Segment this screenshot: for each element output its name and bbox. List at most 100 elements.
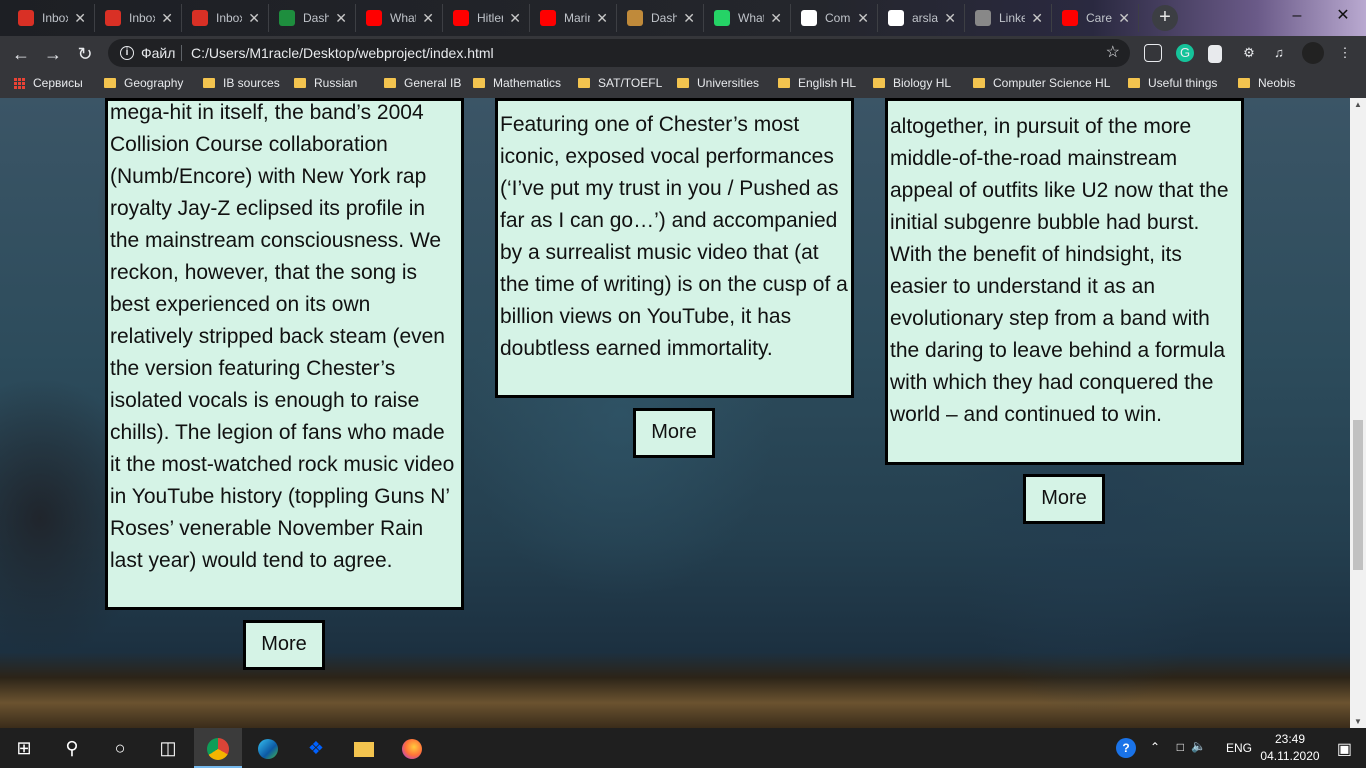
menu-kebab-icon[interactable]: ⋮: [1336, 44, 1354, 62]
media-control-icon[interactable]: ♫: [1270, 44, 1288, 62]
profile-avatar[interactable]: [1302, 42, 1324, 64]
bookmark-label: General IB: [404, 76, 462, 90]
chevron-up-icon[interactable]: ⌃: [1150, 740, 1160, 754]
tab-4[interactable]: Dashboard ✕: [269, 4, 356, 32]
help-icon[interactable]: ?: [1116, 738, 1136, 758]
folder-icon: [873, 78, 885, 88]
minimize-button[interactable]: –: [1274, 0, 1320, 32]
more-button-2[interactable]: More: [633, 408, 715, 458]
bookmark-folder[interactable]: Universities: [677, 76, 759, 90]
bookmark-folder[interactable]: Computer Science HL: [973, 76, 1110, 90]
volume-icon[interactable]: 🔈: [1191, 739, 1206, 753]
bookmark-folder[interactable]: General IB: [384, 76, 461, 90]
close-tab-icon[interactable]: ✕: [857, 10, 869, 26]
more-button-3[interactable]: More: [1023, 474, 1105, 524]
grammarly-icon[interactable]: G: [1176, 44, 1194, 62]
more-button-1[interactable]: More: [243, 620, 325, 670]
bookmark-folder[interactable]: Russian: [294, 76, 357, 90]
scroll-down-icon[interactable]: ▼: [1354, 717, 1362, 726]
firefox-taskbar-icon[interactable]: [388, 728, 436, 768]
folder-icon: [384, 78, 396, 88]
back-icon[interactable]: ←: [8, 41, 34, 67]
windows-start-icon[interactable]: ⊞: [0, 728, 48, 768]
card-text: mega-hit in itself, the band’s 2004 Coll…: [110, 101, 455, 572]
extensions-puzzle-icon[interactable]: ⚙: [1240, 44, 1258, 62]
bookmark-label: Universities: [697, 76, 760, 90]
github-icon: [801, 10, 817, 26]
document-ext-icon[interactable]: [1208, 45, 1222, 63]
song-card-1: mega-hit in itself, the band’s 2004 Coll…: [105, 98, 464, 610]
bookmark-folder[interactable]: Biology HL: [873, 76, 951, 90]
address-bar[interactable]: i Файл C:/Users/M1racle/Desktop/webproje…: [108, 39, 1130, 67]
notifications-icon[interactable]: ▣: [1337, 739, 1352, 759]
clock-time[interactable]: 23:49: [1260, 732, 1320, 746]
close-window-button[interactable]: ✕: [1320, 0, 1366, 32]
close-tab-icon[interactable]: ✕: [74, 10, 86, 26]
file-explorer-icon[interactable]: [340, 728, 388, 768]
bookmark-star-icon[interactable]: ☆: [1106, 39, 1120, 67]
new-tab-button[interactable]: +: [1152, 5, 1178, 31]
reload-icon[interactable]: ↻: [72, 41, 98, 67]
tab-3[interactable]: Inbox ✕: [182, 4, 269, 32]
close-tab-icon[interactable]: ✕: [683, 10, 695, 26]
github-icon: [888, 10, 904, 26]
bookmark-label: Mathematics: [493, 76, 562, 90]
scroll-up-icon[interactable]: ▲: [1354, 100, 1362, 109]
tab-5[interactable]: WhatsApp ✕: [356, 4, 443, 32]
site-info-icon[interactable]: i: [120, 46, 134, 60]
cortana-icon[interactable]: ○: [96, 728, 144, 768]
tab-8[interactable]: Dashboard ✕: [617, 4, 704, 32]
chrome-taskbar-icon[interactable]: [194, 728, 242, 768]
bookmark-folder[interactable]: Neobis: [1238, 76, 1295, 90]
clock-date[interactable]: 04.11.2020: [1260, 749, 1320, 763]
bookmark-apps[interactable]: Сервисы: [14, 76, 83, 90]
bookmark-folder[interactable]: English HL: [778, 76, 856, 90]
globe-icon: [975, 10, 991, 26]
folder-icon: [1128, 78, 1140, 88]
close-tab-icon[interactable]: ✕: [1118, 10, 1130, 26]
close-tab-icon[interactable]: ✕: [944, 10, 956, 26]
bookmark-label: English HL: [798, 76, 857, 90]
close-tab-icon[interactable]: ✕: [161, 10, 173, 26]
scheme-label: Файл: [141, 45, 176, 61]
scrollbar-thumb[interactable]: [1353, 420, 1363, 570]
bookmark-label: SAT/TOEFL: [598, 76, 663, 90]
close-tab-icon[interactable]: ✕: [248, 10, 260, 26]
edge-taskbar-icon[interactable]: [244, 728, 292, 768]
tab-title: Commits: [825, 11, 851, 25]
tab-11[interactable]: arslan ✕: [878, 4, 965, 32]
bookmark-folder[interactable]: SAT/TOEFL: [578, 76, 662, 90]
tab-title: Inbox: [42, 11, 68, 25]
close-tab-icon[interactable]: ✕: [335, 10, 347, 26]
bookmark-folder[interactable]: Mathematics: [473, 76, 561, 90]
tab-7[interactable]: Marina ✕: [530, 4, 617, 32]
task-view-icon[interactable]: ◫: [144, 728, 192, 768]
bookmark-folder[interactable]: IB sources: [203, 76, 280, 90]
tab-6[interactable]: Hitler ✕: [443, 4, 530, 32]
bookmark-label: IB sources: [223, 76, 280, 90]
close-tab-icon[interactable]: ✕: [422, 10, 434, 26]
forward-icon[interactable]: →: [40, 41, 66, 67]
dropbox-taskbar-icon[interactable]: ❖: [292, 728, 340, 768]
search-icon[interactable]: ⚲: [48, 728, 96, 768]
vertical-scrollbar[interactable]: ▲ ▼: [1350, 98, 1366, 728]
language-indicator[interactable]: ENG: [1226, 741, 1252, 755]
tab-1[interactable]: Inbox ✕: [8, 4, 95, 32]
bookmark-folder[interactable]: Useful things: [1128, 76, 1217, 90]
bookmark-folder[interactable]: Geography: [104, 76, 183, 90]
network-icon[interactable]: □: [1177, 740, 1184, 754]
close-tab-icon[interactable]: ✕: [509, 10, 521, 26]
close-tab-icon[interactable]: ✕: [1031, 10, 1043, 26]
tab-12[interactable]: LinkedIn ✕: [965, 4, 1052, 32]
tab-13[interactable]: Careers ✕: [1052, 4, 1139, 32]
browser-tab-strip: Inbox✕Inbox✕Inbox✕Dashboard✕WhatsApp✕Hit…: [0, 0, 1366, 36]
incognito-ext-icon[interactable]: [1144, 44, 1162, 62]
close-tab-icon[interactable]: ✕: [596, 10, 608, 26]
url-text[interactable]: C:/Users/M1racle/Desktop/webproject/inde…: [191, 39, 494, 67]
tab-2[interactable]: Inbox ✕: [95, 4, 182, 32]
tab-title: arslan: [912, 11, 938, 25]
tab-10[interactable]: Commits ✕: [791, 4, 878, 32]
tab-title: WhatsApp: [390, 11, 416, 25]
tab-9[interactable]: WhatsApp ✕: [704, 4, 791, 32]
close-tab-icon[interactable]: ✕: [770, 10, 782, 26]
